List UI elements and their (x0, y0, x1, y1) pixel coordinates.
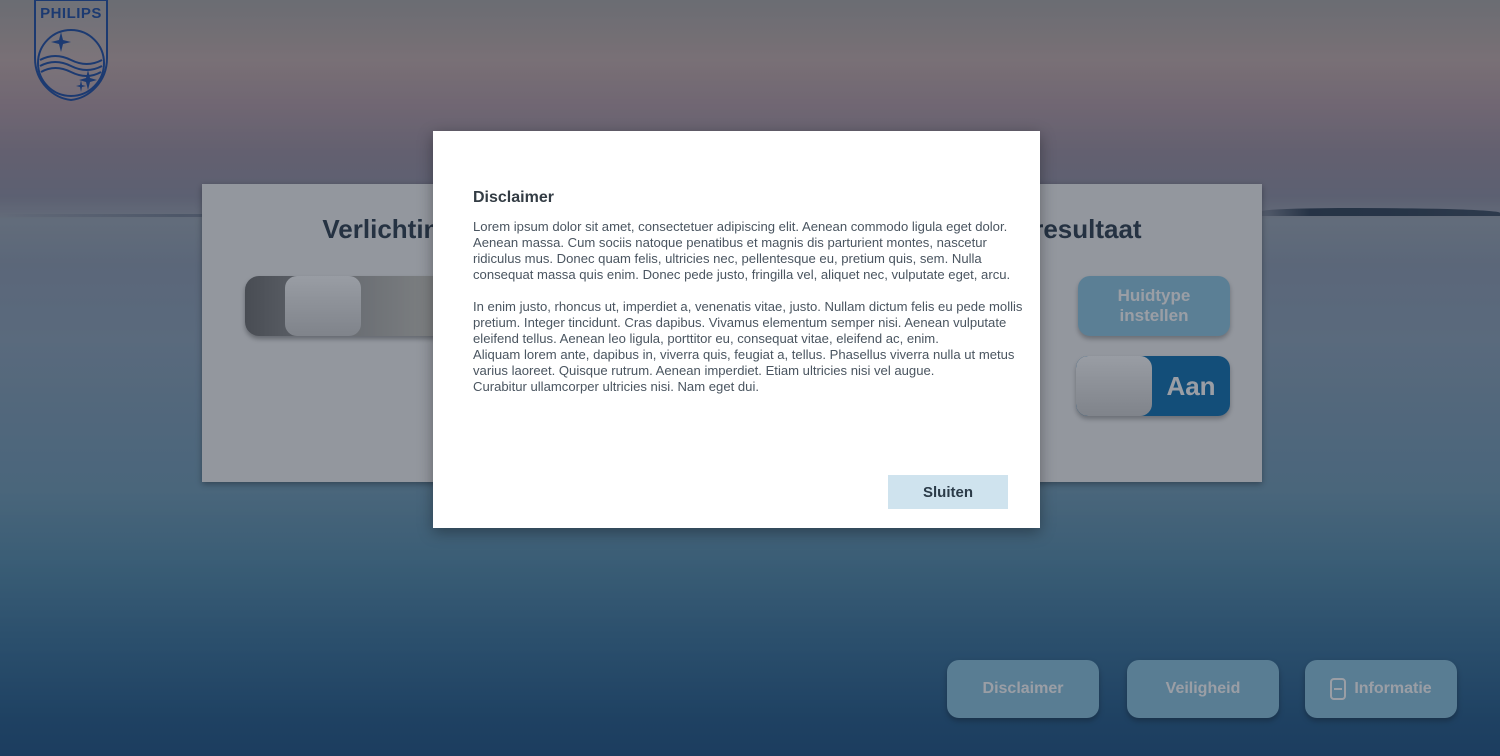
dialog-paragraph-1: Lorem ipsum dolor sit amet, consectetuer… (473, 219, 1011, 282)
dialog-body: Lorem ipsum dolor sit amet, consectetuer… (473, 219, 1033, 395)
dialog-paragraph-2-line-1: In enim justo, rhoncus ut, imperdiet a, … (473, 299, 1023, 346)
dialog-title: Disclaimer (473, 189, 554, 206)
disclaimer-dialog: Disclaimer Lorem ipsum dolor sit amet, c… (433, 131, 1040, 528)
dialog-paragraph-2-line-3: Curabitur ullamcorper ultricies nisi. Na… (473, 379, 759, 394)
close-button[interactable]: Sluiten (888, 475, 1008, 509)
dialog-paragraph-2-line-2: Aliquam lorem ante, dapibus in, viverra … (473, 347, 1015, 378)
